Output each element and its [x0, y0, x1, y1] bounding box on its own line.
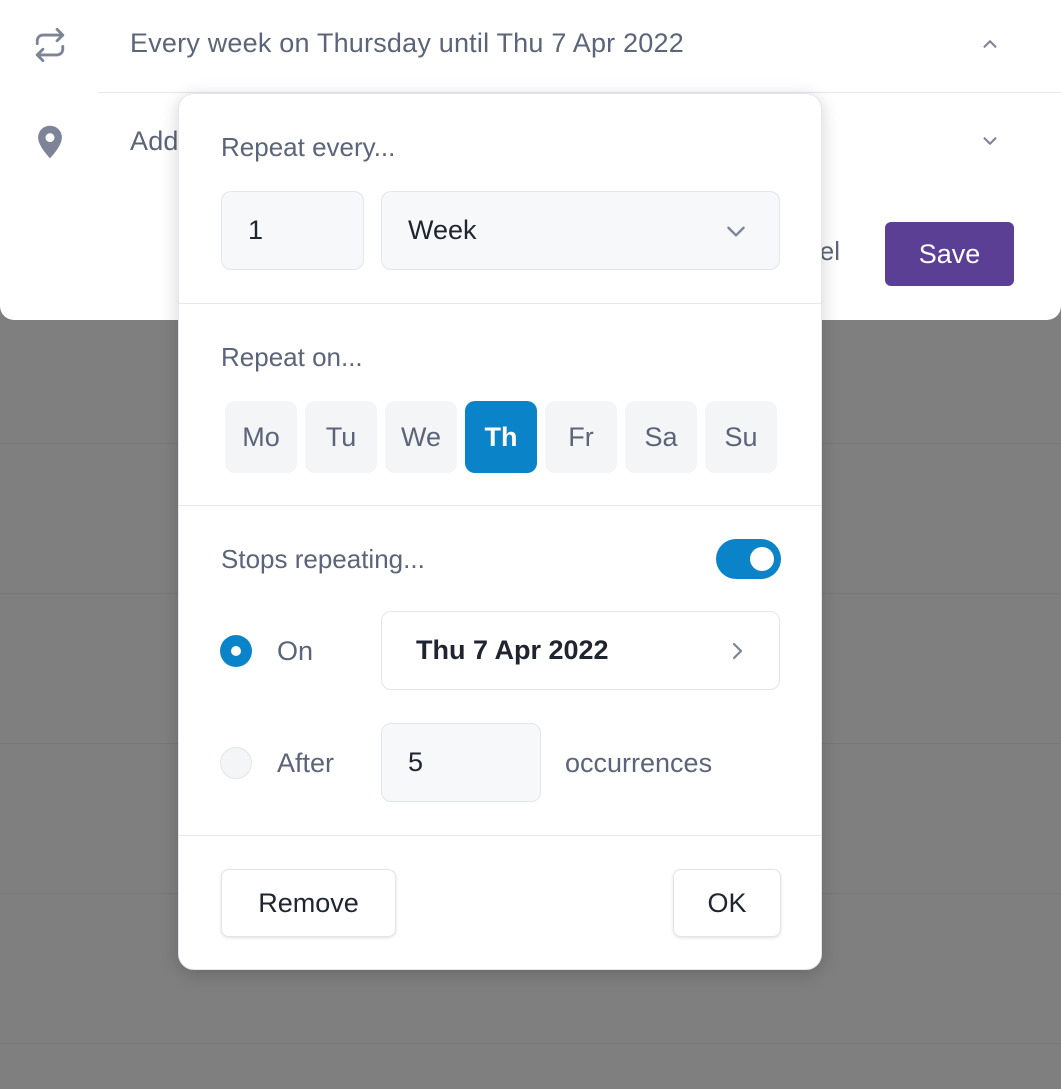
recurrence-summary[interactable]: Every week on Thursday until Thu 7 Apr 2…: [130, 28, 684, 59]
remove-button[interactable]: Remove: [221, 869, 396, 937]
day-toggle-we[interactable]: We: [385, 401, 457, 473]
repeat-every-label: Repeat every...: [221, 132, 396, 162]
day-toggle-su[interactable]: Su: [705, 401, 777, 473]
recurrence-popover: Repeat every... 1 Week Repeat on... Mo T…: [178, 93, 822, 970]
toggle-knob: [750, 547, 774, 571]
occurrence-count-value: 5: [408, 747, 424, 777]
chevron-right-icon: [725, 638, 749, 664]
end-after-radio[interactable]: [220, 747, 252, 779]
day-toggle-tu[interactable]: Tu: [305, 401, 377, 473]
section-divider: [179, 303, 821, 304]
interval-input[interactable]: 1: [221, 191, 364, 270]
unit-value: Week: [408, 215, 477, 245]
day-toggle-th[interactable]: Th: [465, 401, 537, 473]
end-date-picker[interactable]: Thu 7 Apr 2022: [381, 611, 780, 690]
location-pin-icon: [28, 120, 72, 164]
save-button[interactable]: Save: [885, 222, 1014, 286]
interval-value: 1: [248, 215, 264, 245]
chevron-down-icon: [723, 218, 749, 244]
section-divider: [179, 835, 821, 836]
ok-button[interactable]: OK: [673, 869, 781, 937]
repeat-on-label: Repeat on...: [221, 342, 363, 372]
day-toggle-sa[interactable]: Sa: [625, 401, 697, 473]
occurrence-count-input[interactable]: 5: [381, 723, 541, 802]
end-on-label: On: [277, 636, 314, 666]
background-gridline: [0, 1043, 1061, 1044]
stops-repeating-toggle[interactable]: [716, 539, 781, 579]
unit-select[interactable]: Week: [381, 191, 780, 270]
section-divider: [179, 505, 821, 506]
day-toggle-fr[interactable]: Fr: [545, 401, 617, 473]
repeat-icon: [28, 23, 72, 67]
occurrences-label: occurrences: [565, 748, 713, 778]
end-after-label: After: [277, 748, 335, 778]
chevron-down-icon[interactable]: [974, 125, 1006, 157]
end-date-value: Thu 7 Apr 2022: [416, 635, 609, 665]
location-input[interactable]: Add: [130, 126, 179, 157]
end-on-radio[interactable]: [220, 635, 252, 667]
stops-repeating-label: Stops repeating...: [221, 544, 425, 574]
chevron-up-icon[interactable]: [974, 28, 1006, 60]
day-toggle-mo[interactable]: Mo: [225, 401, 297, 473]
